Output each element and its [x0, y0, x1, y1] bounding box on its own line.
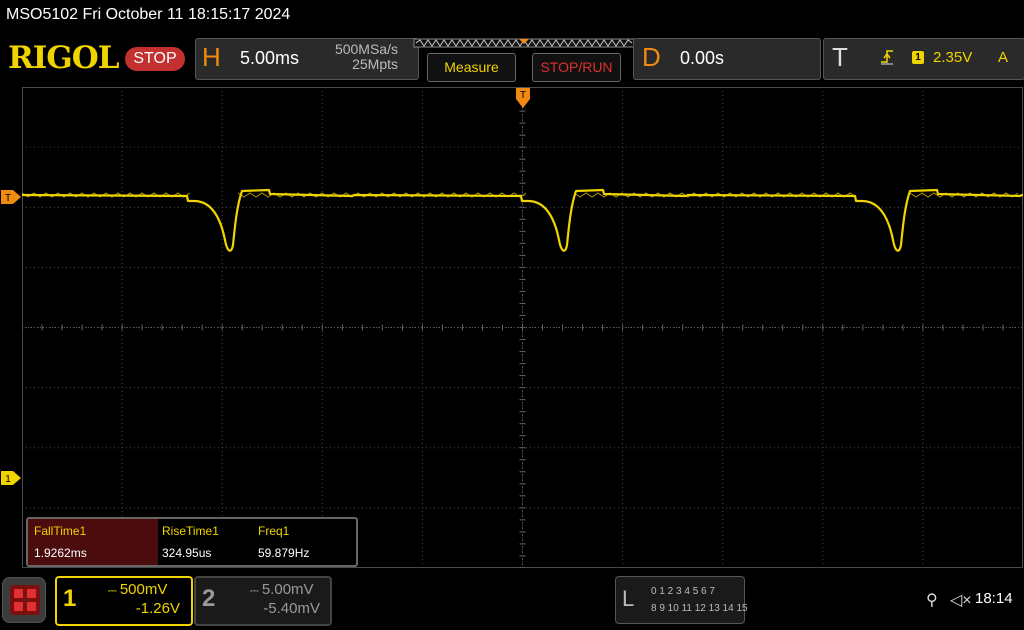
ch1-scale-value: 500mV [119, 581, 168, 598]
measurement-value: 59.879Hz [258, 546, 310, 560]
trigger-left-letter: T [5, 193, 11, 204]
trigger-label: T [832, 42, 848, 72]
rising-edge-icon [881, 50, 893, 65]
ch1-ground-marker[interactable]: 1 [0, 470, 22, 486]
measurement-fall-time[interactable]: FallTime1 1.9262ms [28, 519, 158, 565]
device-title: MSO5102 Fri October 11 18:15:17 2024 [6, 6, 291, 23]
measurement-rise-time[interactable]: RiseTime1 324.95us [156, 519, 256, 565]
trigger-level-marker[interactable]: T [0, 189, 22, 205]
waveform-display[interactable] [22, 87, 1023, 568]
memory-depth: 25Mpts [352, 56, 398, 72]
system-clock: 18:14 [975, 590, 1013, 607]
delay-panel[interactable] [633, 38, 821, 80]
trigger-position-marker[interactable]: T [515, 87, 531, 109]
logic-analyzer-label: L [622, 586, 635, 611]
menu-grid-icon[interactable] [2, 577, 46, 623]
ch2-offset: -5.40mV [263, 600, 320, 617]
ch1-waveform-trace [22, 188, 1023, 252]
measurement-value: 1.9262ms [34, 546, 87, 560]
run-status-badge: STOP [125, 47, 185, 71]
usb-icon: ⚲ [926, 592, 938, 609]
ch2-scale-value: 5.00mV [261, 581, 314, 598]
trigger-mode: A [998, 49, 1009, 66]
logic-analyzer-box[interactable] [615, 576, 745, 624]
memory-position-bar[interactable] [413, 38, 635, 48]
sample-rate: 500MSa/s [334, 41, 398, 57]
ch2-number: 2 [202, 585, 216, 612]
dc-coupling-icon: ⎓ [108, 585, 120, 597]
measurement-value: 324.95us [162, 546, 212, 560]
delay-label: D [642, 42, 661, 72]
delay-value: 0.00s [680, 48, 725, 68]
ch1-scale: ⎓ 500mV [108, 581, 167, 598]
speaker-muted-icon[interactable]: ◁× [950, 590, 972, 610]
timebase-value: 5.00ms [240, 48, 300, 68]
dc-coupling-icon: ⎓ [250, 585, 262, 597]
ch1-number: 1 [63, 585, 77, 612]
horizontal-label: H [202, 42, 221, 72]
logic-channels-row1: 0 1 2 3 4 5 6 7 [651, 586, 715, 597]
graticule [22, 87, 1023, 568]
title-bar: MSO5102 Fri October 11 18:15:17 2024 [0, 0, 1024, 34]
trigger-top-letter: T [520, 90, 526, 101]
stop-run-button[interactable]: STOP/RUN [532, 53, 621, 82]
logic-channels-row2: 8 9 10 11 12 13 14 15 [651, 603, 748, 614]
measurement-name: FallTime1 [34, 524, 87, 538]
measurement-name: Freq1 [258, 524, 290, 538]
measure-button[interactable]: Measure [427, 53, 516, 82]
trigger-level: 2.35V [933, 49, 973, 66]
ch1-offset: -1.26V [135, 600, 180, 617]
measurement-panel[interactable]: FallTime1 1.9262ms RiseTime1 324.95us Fr… [26, 517, 358, 567]
measurement-name: RiseTime1 [162, 524, 219, 538]
ch1-marker-label: 1 [5, 474, 11, 485]
measurement-frequency[interactable]: Freq1 59.879Hz [252, 519, 352, 565]
sample-info: 500MSa/s 25Mpts [320, 42, 398, 72]
ch2-scale: ⎓ 5.00mV [250, 581, 314, 598]
trigger-source: 1 [912, 51, 924, 64]
rigol-logo: RIGOL [8, 40, 120, 76]
